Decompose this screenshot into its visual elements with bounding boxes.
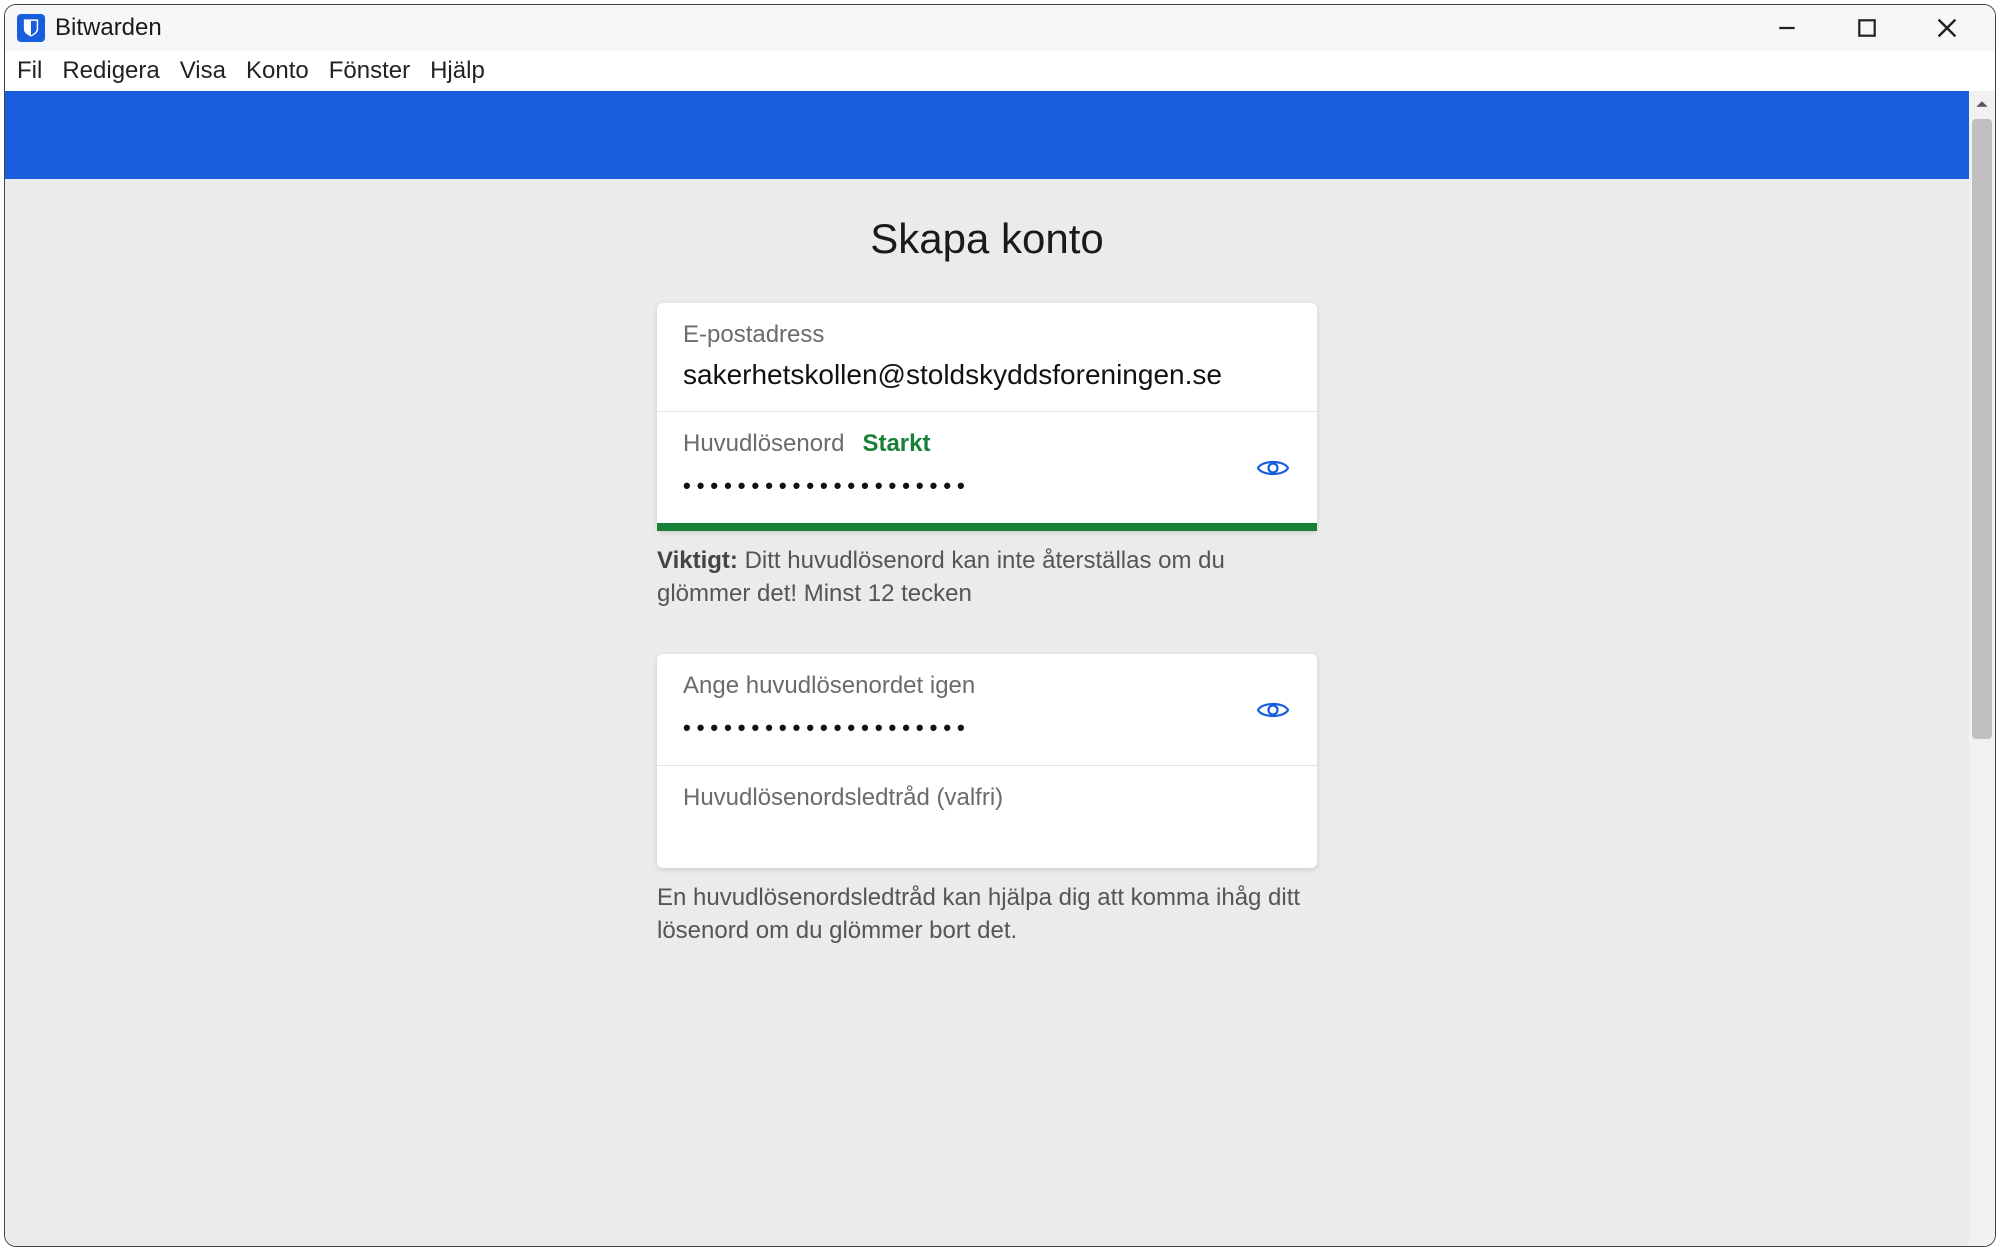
menu-account[interactable]: Konto — [246, 57, 309, 85]
menu-view[interactable]: Visa — [180, 57, 226, 85]
important-text: Ditt huvudlösenord kan inte återställas … — [657, 547, 1225, 606]
menubar: Fil Redigera Visa Konto Fönster Hjälp — [5, 51, 1995, 91]
hint-label: Huvudlösenordsledtråd (valfri) — [683, 784, 1291, 812]
titlebar-left: Bitwarden — [17, 14, 162, 42]
menu-window[interactable]: Fönster — [329, 57, 410, 85]
menu-file[interactable]: Fil — [17, 57, 42, 85]
header-band — [5, 91, 1969, 179]
content-wrap: Skapa konto E-postadress sakerhetskollen… — [5, 91, 1995, 1246]
minimize-button[interactable] — [1765, 6, 1809, 50]
hint-help-text: En huvudlösenordsledtråd kan hjälpa dig … — [657, 882, 1317, 947]
confirm-card: Ange huvudlösenordet igen ••••••••••••••… — [657, 654, 1317, 868]
password-strength: Starkt — [862, 430, 930, 458]
password-strength-bar — [657, 523, 1317, 531]
email-section: E-postadress sakerhetskollen@stoldskydds… — [657, 303, 1317, 411]
app-logo-icon — [17, 14, 45, 42]
email-label: E-postadress — [683, 321, 1291, 349]
app-title: Bitwarden — [55, 14, 162, 42]
email-field[interactable]: sakerhetskollen@stoldskyddsforeningen.se — [683, 359, 1291, 391]
menu-help[interactable]: Hjälp — [430, 57, 485, 85]
password-section: Huvudlösenord Starkt •••••••••••••••••••… — [657, 411, 1317, 523]
scroll-up-icon[interactable] — [1969, 91, 1995, 117]
page-title: Skapa konto — [870, 215, 1104, 263]
confirm-label: Ange huvudlösenordet igen — [683, 672, 1291, 700]
password-important-note: Viktigt: Ditt huvudlösenord kan inte åte… — [657, 545, 1317, 610]
important-label: Viktigt: — [657, 547, 738, 574]
toggle-password-visibility-icon[interactable] — [1255, 450, 1291, 486]
vertical-scrollbar[interactable] — [1969, 91, 1995, 1246]
maximize-button[interactable] — [1845, 6, 1889, 50]
toggle-confirm-visibility-icon[interactable] — [1255, 692, 1291, 728]
window-controls — [1765, 6, 1989, 50]
password-field[interactable]: ••••••••••••••••••••• — [683, 468, 1291, 503]
scroll-thumb[interactable] — [1972, 119, 1992, 739]
confirm-section: Ange huvudlösenordet igen ••••••••••••••… — [657, 654, 1317, 765]
app-window: Bitwarden Fil Redigera Visa Konto Fönste… — [4, 4, 1996, 1247]
password-label: Huvudlösenord — [683, 430, 844, 458]
password-label-row: Huvudlösenord Starkt — [683, 430, 1291, 458]
content-area: Skapa konto E-postadress sakerhetskollen… — [5, 91, 1969, 1246]
menu-edit[interactable]: Redigera — [62, 57, 159, 85]
hint-field[interactable] — [683, 812, 1291, 822]
titlebar: Bitwarden — [5, 5, 1995, 51]
credentials-card: E-postadress sakerhetskollen@stoldskydds… — [657, 303, 1317, 531]
page-body: Skapa konto E-postadress sakerhetskollen… — [5, 179, 1969, 947]
close-button[interactable] — [1925, 6, 1969, 50]
confirm-password-field[interactable]: ••••••••••••••••••••• — [683, 710, 1291, 745]
hint-section: Huvudlösenordsledtråd (valfri) — [657, 765, 1317, 868]
